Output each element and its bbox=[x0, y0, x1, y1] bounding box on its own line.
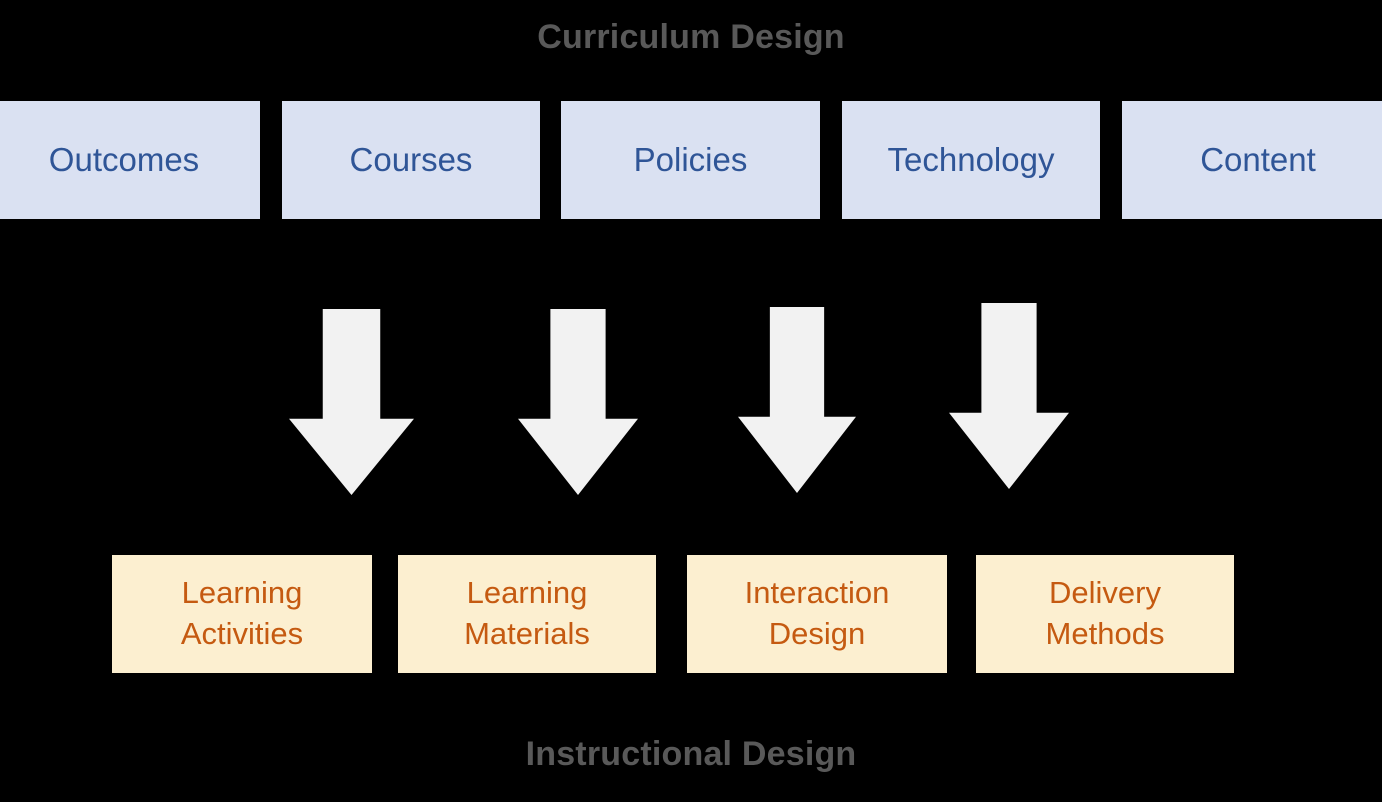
instructional-box-label-line2: Methods bbox=[1045, 616, 1165, 651]
instructional-box-interaction-design[interactable]: Interaction Design bbox=[687, 555, 947, 673]
instructional-box-label-line2: Activities bbox=[180, 616, 304, 651]
downward-flow-arrow-2 bbox=[518, 309, 638, 495]
diagram-canvas: Curriculum Design Outcomes Courses Policie… bbox=[0, 0, 1382, 802]
downward-flow-arrow-4 bbox=[949, 303, 1069, 489]
curriculum-box-label: Content bbox=[1200, 140, 1316, 178]
instructional-box-learning-materials[interactable]: Learning Materials bbox=[398, 555, 656, 673]
downward-flow-arrow-1 bbox=[289, 309, 414, 495]
instructional-box-learning-activities[interactable]: Learning Activities bbox=[112, 555, 372, 673]
curriculum-box-label: Policies bbox=[633, 140, 748, 178]
instructional-box-label-line1: Interaction bbox=[744, 575, 890, 611]
curriculum-box-label: Technology bbox=[887, 140, 1055, 178]
downward-flow-arrow-3 bbox=[738, 307, 856, 493]
instructional-box-label-line2: Materials bbox=[464, 616, 590, 651]
instructional-box-label: Learning Materials bbox=[464, 573, 590, 655]
instructional-box-label: Delivery Methods bbox=[1046, 573, 1165, 655]
instructional-design-title: Instructional Design bbox=[525, 735, 857, 773]
curriculum-box-technology[interactable]: Technology bbox=[842, 101, 1100, 219]
instructional-box-label-line1: Learning bbox=[466, 575, 588, 611]
curriculum-box-policies[interactable]: Policies bbox=[561, 101, 820, 219]
instructional-box-label-line1: Learning bbox=[181, 575, 303, 611]
curriculum-box-label: Outcomes bbox=[48, 140, 200, 178]
instructional-box-delivery-methods[interactable]: Delivery Methods bbox=[976, 555, 1234, 673]
instructional-box-label: Interaction Design bbox=[745, 573, 890, 655]
curriculum-box-outcomes[interactable]: Outcomes bbox=[0, 101, 260, 219]
curriculum-box-courses[interactable]: Courses bbox=[282, 101, 540, 219]
curriculum-design-title: Curriculum Design bbox=[537, 18, 845, 56]
instructional-box-label-line1: Delivery bbox=[1049, 575, 1161, 611]
curriculum-box-label: Courses bbox=[349, 140, 473, 178]
curriculum-box-content[interactable]: Content bbox=[1122, 101, 1382, 219]
instructional-box-label-line2: Design bbox=[768, 616, 866, 651]
instructional-box-label: Learning Activities bbox=[181, 573, 303, 655]
